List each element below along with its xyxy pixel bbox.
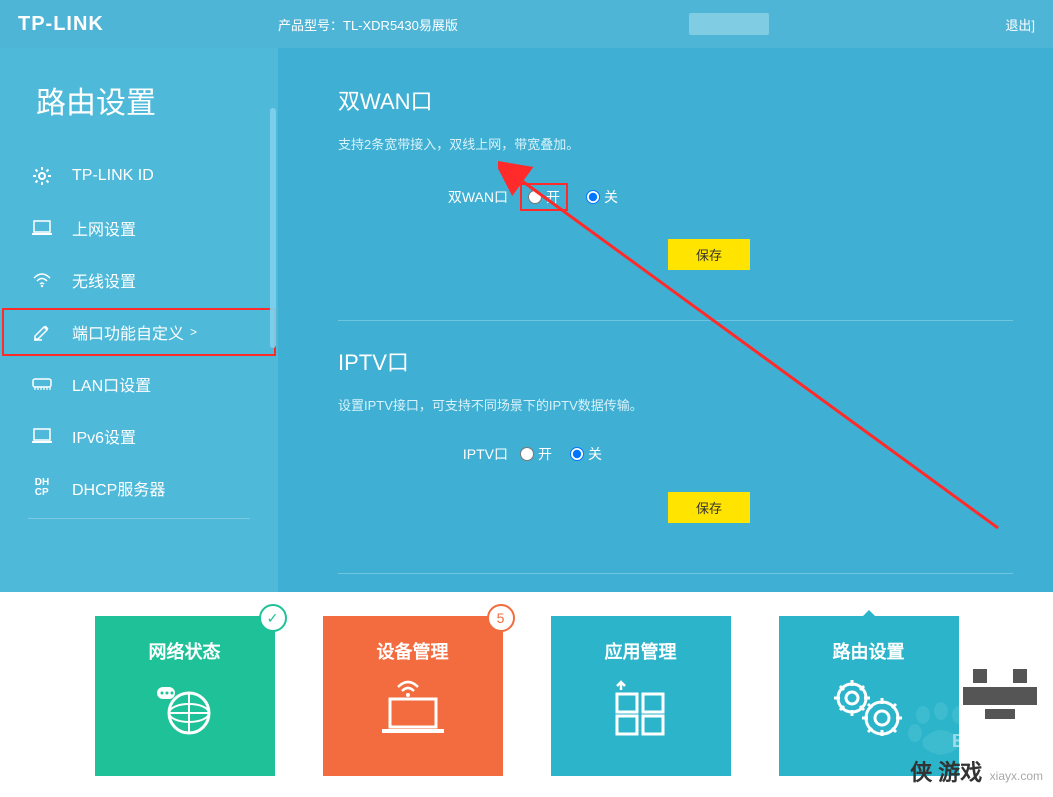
radio-label: 开 [538,444,552,464]
pixel-mascot [963,669,1043,729]
form-label: IPTV口 [338,444,508,464]
gears-icon [834,678,904,738]
sidebar-item-label: 端口功能自定义 [72,320,184,344]
section-divider [338,573,1013,574]
radio-input[interactable] [570,447,584,461]
radio-label: 关 [588,444,602,464]
main-area: 路由设置 TP-LINK ID 上网设置 无线设置 端口功能自定义 > LAN口… [0,48,1053,592]
form-row-wan: 双WAN口 开 关 [338,183,1053,211]
tile-title: 网络状态 [149,638,221,664]
sidebar-item-label: TP-LINK ID [72,167,154,185]
wifi-icon [30,268,54,292]
laptop-icon [30,424,54,448]
laptop-wifi-icon [378,678,448,738]
radio-label: 关 [604,187,618,207]
tile-device-manage[interactable]: 5 设备管理 [323,616,503,776]
radio-wan-on[interactable]: 开 [520,183,568,211]
sidebar-item-ipv6[interactable]: IPv6设置 [0,410,278,462]
section-title: 双WAN口 [338,84,1053,116]
form-label: 双WAN口 [338,187,508,207]
sidebar-item-tplinkid[interactable]: TP-LINK ID [0,150,278,202]
section-dual-wan: 双WAN口 支持2条宽带接入，双线上网，带宽叠加。 双WAN口 开 关 保存 [338,84,1053,290]
chevron-right-icon: > [190,325,197,339]
sidebar: 路由设置 TP-LINK ID 上网设置 无线设置 端口功能自定义 > LAN口… [0,48,278,592]
check-badge-icon: ✓ [259,604,287,632]
dhcp-icon: DHCP [30,476,54,500]
form-row-iptv: IPTV口 开 关 [338,444,1053,464]
section-iptv: IPTV口 设置IPTV接口，可支持不同场景下的IPTV数据传输。 IPTV口 … [338,345,1053,543]
sidebar-item-label: 无线设置 [72,268,136,292]
sidebar-item-label: 上网设置 [72,216,136,240]
tile-title: 路由设置 [833,638,905,664]
save-button-wan[interactable]: 保存 [668,239,750,270]
content-pane: 双WAN口 支持2条宽带接入，双线上网，带宽叠加。 双WAN口 开 关 保存 [278,48,1053,592]
laptop-icon [30,216,54,240]
product-model-label: 产品型号：TL-XDR5430易展版 [278,15,458,34]
save-button-iptv[interactable]: 保存 [668,492,750,523]
brand-logo: TP-LINK [18,13,278,36]
radio-label: 开 [546,187,560,207]
bottom-tiles: ✓ 网络状态 5 设备管理 应用管理 路由设置 [0,592,1053,797]
sidebar-divider [28,518,250,519]
sidebar-item-label: IPv6设置 [72,424,136,448]
radio-group-wan: 开 关 [520,183,618,211]
section-desc: 设置IPTV接口，可支持不同场景下的IPTV数据传输。 [338,395,1053,414]
ethernet-icon [30,372,54,396]
site-watermark: 侠 游戏 xiayx.com [910,755,1043,787]
sidebar-item-label: LAN口设置 [72,372,151,396]
globe-icon [150,678,220,738]
radio-wan-off[interactable]: 关 [586,187,618,207]
username-blurred [689,13,769,35]
radio-iptv-on[interactable]: 开 [520,444,552,464]
sidebar-item-port-custom[interactable]: 端口功能自定义 > [0,306,278,358]
section-desc: 支持2条宽带接入，双线上网，带宽叠加。 [338,134,1053,153]
sidebar-item-label: DHCP服务器 [72,476,165,500]
sidebar-item-lan[interactable]: LAN口设置 [0,358,278,410]
pencil-icon [30,320,54,344]
sidebar-item-internet[interactable]: 上网设置 [0,202,278,254]
sidebar-title: 路由设置 [0,78,278,150]
radio-input[interactable] [528,190,542,204]
tile-title: 应用管理 [605,638,677,664]
sidebar-item-wireless[interactable]: 无线设置 [0,254,278,306]
radio-group-iptv: 开 关 [520,444,602,464]
radio-input[interactable] [586,190,600,204]
logout-link[interactable]: 退出] [1005,15,1035,34]
tile-app-manage[interactable]: 应用管理 [551,616,731,776]
gear-icon [30,164,54,188]
apps-grid-icon [606,678,676,738]
radio-iptv-off[interactable]: 关 [570,444,602,464]
sidebar-item-dhcp[interactable]: DHCP DHCP服务器 [0,462,278,514]
sidebar-scrollbar[interactable] [270,108,276,348]
header-bar: TP-LINK 产品型号：TL-XDR5430易展版 退出] [0,0,1053,48]
section-divider [338,320,1013,321]
section-title: IPTV口 [338,345,1053,377]
radio-input[interactable] [520,447,534,461]
tile-title: 设备管理 [377,638,449,664]
count-badge: 5 [487,604,515,632]
tile-network-status[interactable]: ✓ 网络状态 [95,616,275,776]
